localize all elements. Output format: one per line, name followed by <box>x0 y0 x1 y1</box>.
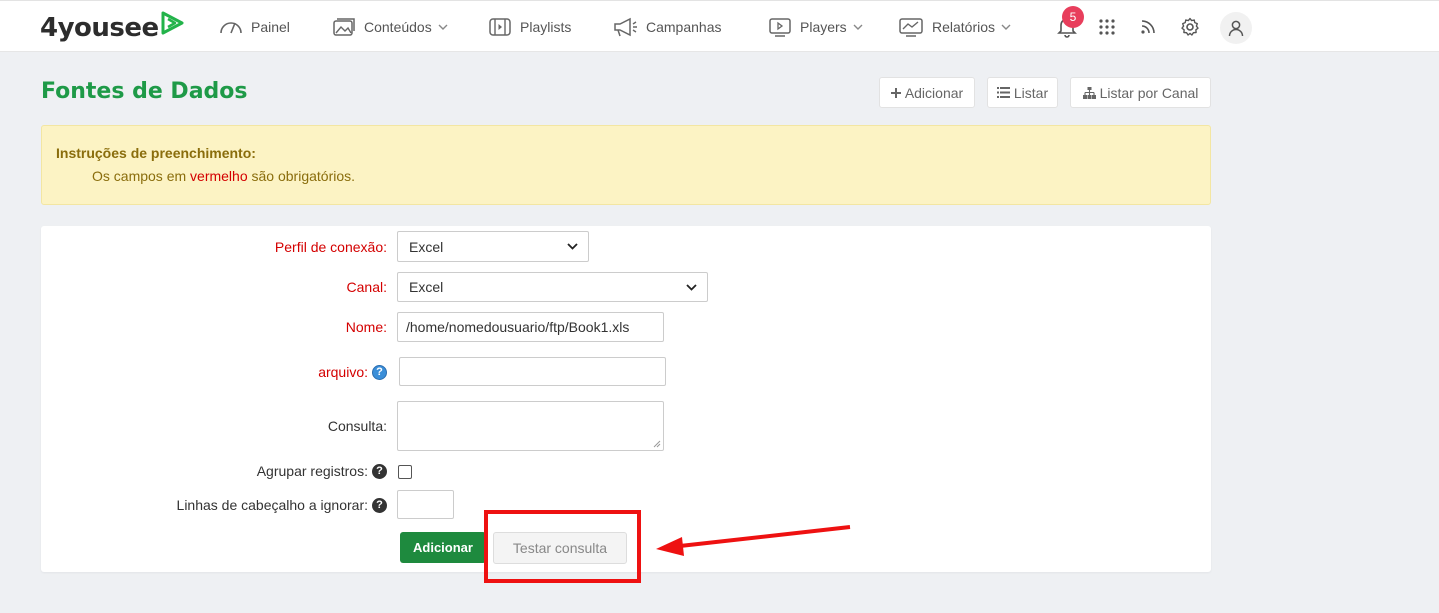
top-navbar: 4yousee Painel Conteúdos Playlists Campa… <box>0 0 1439 52</box>
gauge-icon <box>220 22 242 34</box>
perfil-label: Perfil de conexão: <box>274 239 387 255</box>
notification-badge: 5 <box>1062 6 1084 28</box>
rss-icon <box>1141 20 1155 34</box>
play-logo-icon <box>161 11 184 35</box>
list-by-channel-button[interactable]: Listar por Canal <box>1070 77 1211 108</box>
page-title: Fontes de Dados <box>41 79 248 104</box>
sitemap-icon <box>1082 86 1096 99</box>
submit-button[interactable]: Adicionar <box>400 532 486 563</box>
nav-campanhas-label: Campanhas <box>646 19 722 35</box>
nav-playlists[interactable]: Playlists <box>488 15 571 39</box>
brand-name: 4yousee <box>40 13 159 43</box>
nav-conteudos-label: Conteúdos <box>364 19 432 35</box>
alert-text: Os campos em vermelho são obrigatórios. <box>92 168 355 184</box>
list-button[interactable]: Listar <box>987 77 1058 108</box>
resize-handle-icon[interactable] <box>653 440 661 448</box>
list-by-channel-label: Listar por Canal <box>1099 84 1199 101</box>
megaphone-icon <box>614 17 637 37</box>
linhas-label: Linhas de cabeçalho a ignorar: <box>176 497 368 513</box>
canal-label: Canal: <box>346 279 387 295</box>
linhas-label-row: Linhas de cabeçalho a ignorar: ? <box>177 495 387 515</box>
alert-text-before: Os campos em <box>92 168 187 184</box>
gear-icon <box>1181 17 1199 36</box>
consulta-textarea[interactable] <box>397 401 664 451</box>
apps-button[interactable] <box>1093 13 1121 41</box>
user-icon <box>1228 20 1244 37</box>
alert-title: Instruções de preenchimento: <box>56 145 256 161</box>
canal-select-value: Excel <box>409 279 444 295</box>
linhas-input[interactable] <box>397 490 454 519</box>
consulta-label: Consulta: <box>327 418 387 434</box>
instructions-alert: Instruções de preenchimento: Os campos e… <box>41 125 1211 205</box>
nav-relatorios[interactable]: Relatórios <box>898 15 1011 39</box>
alert-text-red: vermelho <box>190 168 248 184</box>
nav-players-label: Players <box>800 19 847 35</box>
chevron-down-icon <box>853 24 863 30</box>
nav-painel-label: Painel <box>251 19 290 35</box>
nav-painel[interactable]: Painel <box>219 15 290 39</box>
user-avatar[interactable] <box>1220 12 1252 44</box>
chevron-down-icon <box>438 24 448 30</box>
agrupar-label: Agrupar registros: <box>256 463 368 479</box>
perfil-select-value: Excel <box>409 238 444 255</box>
alert-text-after: são obrigatórios. <box>251 168 356 184</box>
player-screen-icon <box>769 18 791 37</box>
playlist-icon <box>489 18 511 36</box>
add-button-label: Adicionar <box>904 84 964 101</box>
list-button-label: Listar <box>1013 84 1049 101</box>
nav-playlists-label: Playlists <box>520 19 572 35</box>
chevron-down-icon <box>1001 24 1011 30</box>
agrupar-label-row: Agrupar registros: ? <box>257 461 387 481</box>
chevron-down-icon <box>567 243 578 250</box>
grid-icon <box>1099 19 1115 35</box>
help-icon[interactable]: ? <box>372 364 387 380</box>
nav-relatorios-label: Relatórios <box>932 19 996 35</box>
nav-conteudos[interactable]: Conteúdos <box>332 15 448 39</box>
arquivo-label-row: arquivo: ? <box>318 362 387 382</box>
help-icon[interactable]: ? <box>372 463 387 479</box>
nav-players[interactable]: Players <box>768 15 863 39</box>
plus-icon <box>890 87 901 98</box>
rss-button[interactable] <box>1134 13 1162 41</box>
list-icon <box>996 87 1010 98</box>
nav-campanhas[interactable]: Campanhas <box>612 15 722 39</box>
perfil-select[interactable]: Excel <box>397 231 589 262</box>
canal-select[interactable]: Excel <box>397 272 708 302</box>
images-icon <box>333 18 355 36</box>
arrow-annotation <box>656 525 851 556</box>
help-icon[interactable]: ? <box>372 497 387 513</box>
nome-label: Nome: <box>345 319 387 335</box>
highlight-annotation <box>484 510 641 583</box>
arquivo-label: arquivo: <box>318 364 368 380</box>
brand-logo[interactable]: 4yousee <box>40 11 186 45</box>
chart-line-icon <box>899 18 923 37</box>
settings-button[interactable] <box>1176 13 1204 41</box>
nome-input[interactable]: /home/nomedousuario/ftp/Book1.xls <box>397 312 664 342</box>
arquivo-input[interactable] <box>399 357 666 386</box>
add-button[interactable]: Adicionar <box>879 77 975 108</box>
agrupar-checkbox[interactable] <box>398 465 412 479</box>
chevron-down-icon <box>686 283 697 291</box>
